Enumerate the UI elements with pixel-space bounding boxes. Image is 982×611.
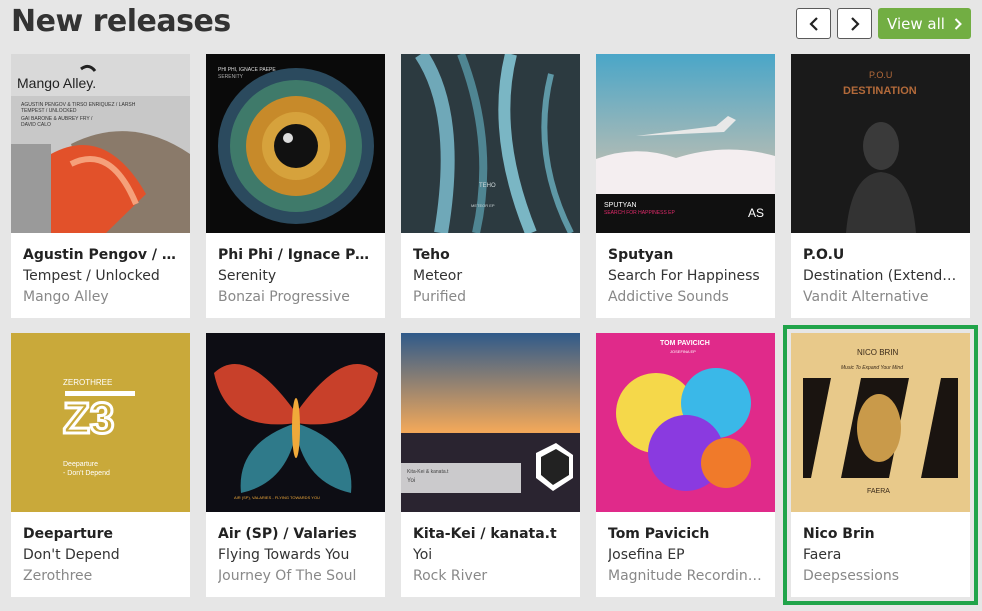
release-title[interactable]: Faera xyxy=(803,545,958,565)
svg-text:TOM PAVICICH: TOM PAVICICH xyxy=(660,340,710,347)
release-label[interactable]: Purified xyxy=(413,287,568,307)
previous-button[interactable] xyxy=(796,8,831,39)
svg-text:P.O.U: P.O.U xyxy=(869,70,892,80)
svg-text:NICO BRIN: NICO BRIN xyxy=(857,348,899,357)
release-card[interactable]: TOM PAVICICH JOSEFINA EP Tom Pavicich Jo… xyxy=(596,333,775,597)
release-card[interactable]: TEHO METEOR EP Teho Meteor Purified xyxy=(401,54,580,318)
release-label[interactable]: Vandit Alternative xyxy=(803,287,958,307)
release-artist[interactable]: Tom Pavicich xyxy=(608,524,763,544)
release-cover[interactable]: Kita-Kei & kanata.t Yoi xyxy=(401,333,580,512)
release-card[interactable]: Mango Alley. AGUSTIN PENGOV & TIRSO ENRI… xyxy=(11,54,190,318)
release-label[interactable]: Rock River xyxy=(413,566,568,586)
release-cover[interactable]: P.O.U DESTINATION xyxy=(791,54,970,233)
release-artist[interactable]: Agustin Pengov / Tirso Enriquez / Larsh xyxy=(23,245,178,265)
release-card-selected[interactable]: NICO BRIN Music To Expand Your Mind FAER… xyxy=(783,325,978,605)
release-title[interactable]: Yoi xyxy=(413,545,568,565)
svg-text:ZEROTHREE: ZEROTHREE xyxy=(63,378,112,387)
svg-text:SPUTYAN: SPUTYAN xyxy=(604,202,637,209)
svg-text:Deeparture: Deeparture xyxy=(63,461,98,468)
release-label[interactable]: Zerothree xyxy=(23,566,178,586)
release-cover[interactable]: Z3 ZEROTHREE Deeparture - Don't Depend xyxy=(11,333,190,512)
chevron-right-icon xyxy=(850,16,860,31)
release-cover[interactable]: TEHO METEOR EP xyxy=(401,54,580,233)
release-artist[interactable]: Kita-Kei / kanata.t xyxy=(413,524,568,544)
svg-text:JOSEFINA EP: JOSEFINA EP xyxy=(670,349,696,354)
svg-text:Kita-Kei & kanata.t: Kita-Kei & kanata.t xyxy=(407,469,449,475)
release-cover[interactable]: NICO BRIN Music To Expand Your Mind FAER… xyxy=(791,333,970,512)
release-cover[interactable]: SPUTYAN SEARCH FOR HAPPINESS EP AS xyxy=(596,54,775,233)
release-artist[interactable]: Nico Brin xyxy=(803,524,958,544)
svg-text:Music To Expand Your Mind: Music To Expand Your Mind xyxy=(841,365,903,371)
release-label[interactable]: Mango Alley xyxy=(23,287,178,307)
release-artist[interactable]: Phi Phi / Ignace Paepe xyxy=(218,245,373,265)
release-card[interactable]: SPUTYAN SEARCH FOR HAPPINESS EP AS Sputy… xyxy=(596,54,775,318)
chevron-right-icon xyxy=(954,17,962,30)
release-artist[interactable]: Air (SP) / Valaries xyxy=(218,524,373,544)
svg-text:- Don't Depend: - Don't Depend xyxy=(63,470,110,477)
svg-text:METEOR EP: METEOR EP xyxy=(471,203,495,208)
svg-text:Mango Alley.: Mango Alley. xyxy=(17,75,96,91)
release-card[interactable]: Z3 ZEROTHREE Deeparture - Don't Depend D… xyxy=(11,333,190,597)
svg-text:FAERA: FAERA xyxy=(867,488,890,495)
release-label[interactable]: Addictive Sounds xyxy=(608,287,763,307)
release-card[interactable]: PHI PHI, IGNACE PAEPE SERENITY Phi Phi /… xyxy=(206,54,385,318)
svg-text:PHI PHI, IGNACE PAEPE: PHI PHI, IGNACE PAEPE xyxy=(218,67,276,73)
release-card[interactable]: Kita-Kei & kanata.t Yoi Kita-Kei / kanat… xyxy=(401,333,580,597)
svg-text:AIR (SP), VALARIES - FLYING TO: AIR (SP), VALARIES - FLYING TOWARDS YOU xyxy=(234,495,320,500)
release-cover[interactable]: PHI PHI, IGNACE PAEPE SERENITY xyxy=(206,54,385,233)
svg-text:Z3: Z3 xyxy=(63,394,114,443)
release-artist[interactable]: Deeparture xyxy=(23,524,178,544)
release-cover[interactable]: Mango Alley. AGUSTIN PENGOV & TIRSO ENRI… xyxy=(11,54,190,233)
view-all-button[interactable]: View all xyxy=(878,8,971,39)
release-card[interactable]: AIR (SP), VALARIES - FLYING TOWARDS YOU … xyxy=(206,333,385,597)
release-title[interactable]: Meteor xyxy=(413,266,568,286)
release-title[interactable]: Search For Happiness xyxy=(608,266,763,286)
view-all-label: View all xyxy=(887,14,945,33)
release-artist[interactable]: Sputyan xyxy=(608,245,763,265)
release-title[interactable]: Don't Depend xyxy=(23,545,178,565)
release-title[interactable]: Serenity xyxy=(218,266,373,286)
release-artist[interactable]: P.O.U xyxy=(803,245,958,265)
release-label[interactable]: Deepsessions xyxy=(803,566,958,586)
release-label[interactable]: Journey Of The Soul xyxy=(218,566,373,586)
release-label[interactable]: Magnitude Recordings xyxy=(608,566,763,586)
svg-text:AS: AS xyxy=(748,206,764,220)
svg-text:TEHO: TEHO xyxy=(479,183,496,189)
release-label[interactable]: Bonzai Progressive xyxy=(218,287,373,307)
svg-text:DESTINATION: DESTINATION xyxy=(843,85,917,97)
svg-text:DAVID CALO: DAVID CALO xyxy=(21,122,51,128)
next-button[interactable] xyxy=(837,8,872,39)
svg-text:Yoi: Yoi xyxy=(407,478,415,484)
release-cover[interactable]: AIR (SP), VALARIES - FLYING TOWARDS YOU xyxy=(206,333,385,512)
svg-text:TEMPEST / UNLOCKED: TEMPEST / UNLOCKED xyxy=(21,108,77,114)
release-card[interactable]: P.O.U DESTINATION P.O.U Destination (Ext… xyxy=(791,54,970,318)
page-title: New releases xyxy=(11,4,231,39)
release-title[interactable]: Tempest / Unlocked xyxy=(23,266,178,286)
release-artist[interactable]: Teho xyxy=(413,245,568,265)
release-title[interactable]: Destination (Extended) xyxy=(803,266,958,286)
chevron-left-icon xyxy=(808,16,818,31)
release-title[interactable]: Josefina EP xyxy=(608,545,763,565)
svg-text:SEARCH FOR HAPPINESS EP: SEARCH FOR HAPPINESS EP xyxy=(604,210,676,216)
release-cover[interactable]: TOM PAVICICH JOSEFINA EP xyxy=(596,333,775,512)
svg-text:SERENITY: SERENITY xyxy=(218,74,244,80)
release-title[interactable]: Flying Towards You xyxy=(218,545,373,565)
